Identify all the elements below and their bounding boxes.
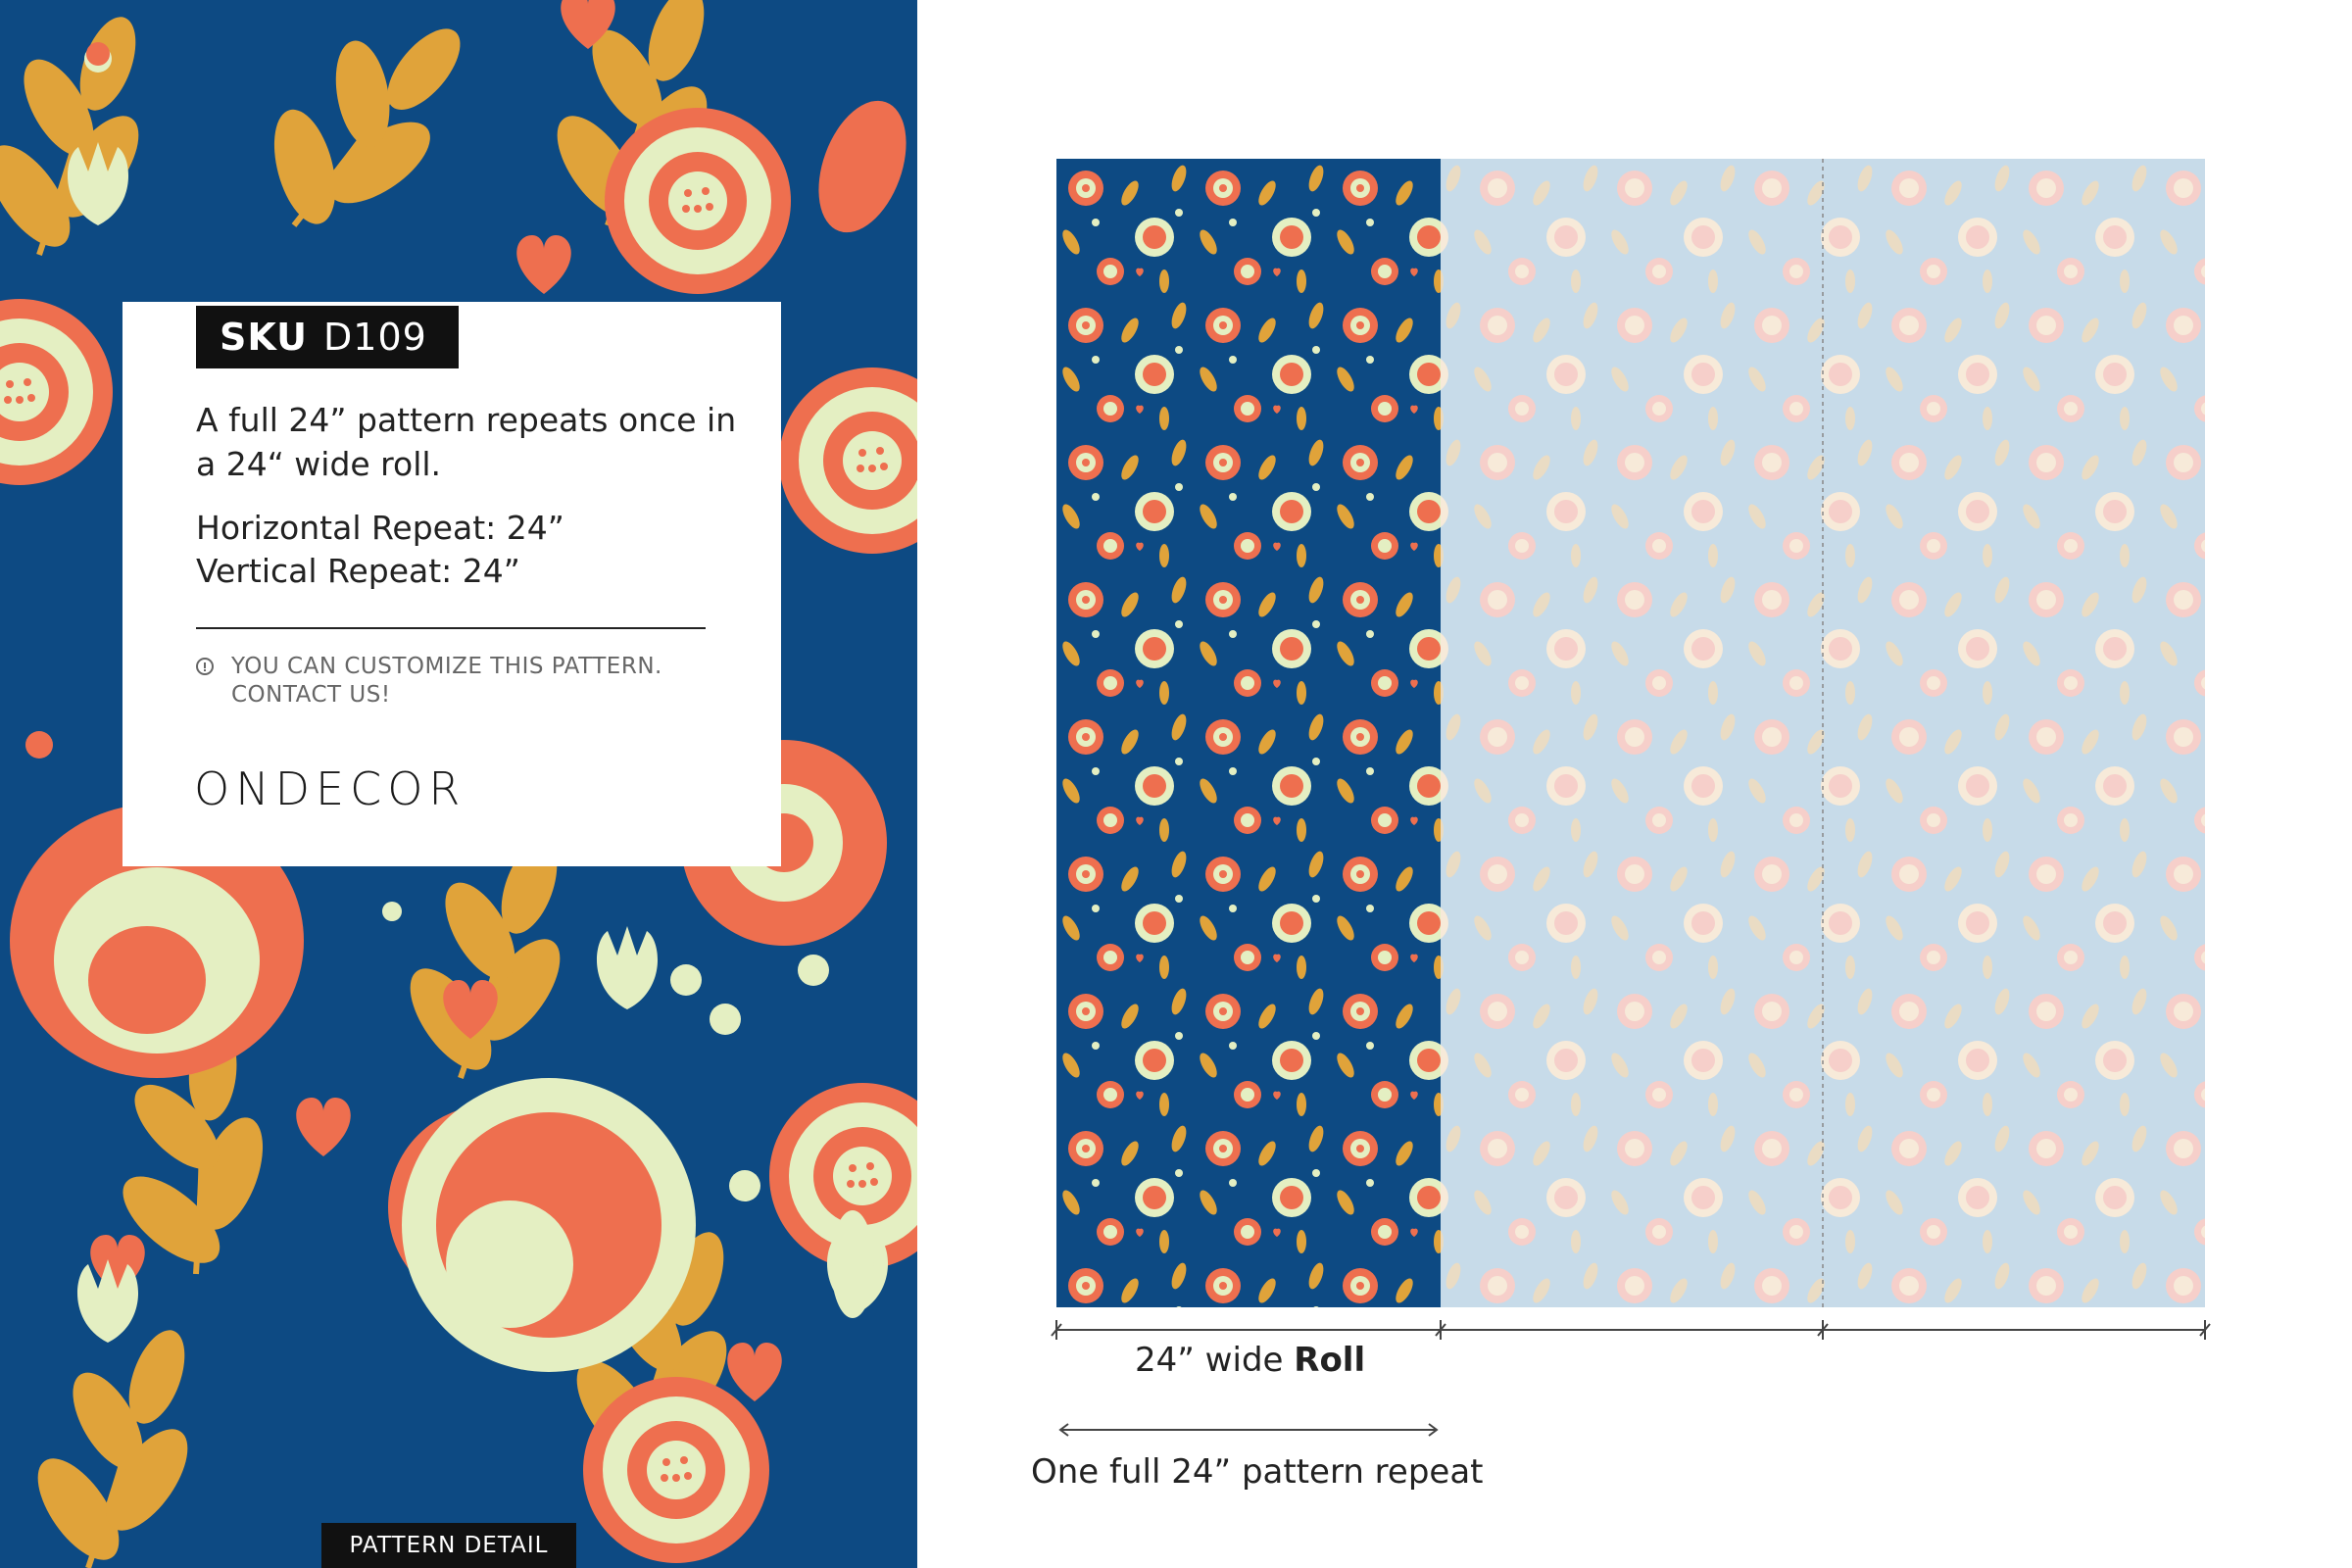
- pattern-repeat-label: One full 24” pattern repeat: [1031, 1452, 1484, 1492]
- sku-badge: SKU D109: [196, 306, 459, 368]
- sku-key: SKU: [220, 316, 309, 359]
- sku-value: D109: [323, 316, 427, 359]
- roll-panel-2: [1441, 159, 1823, 1307]
- pattern-detail-tab[interactable]: PATTERN DETAIL: [321, 1523, 576, 1568]
- roll-illustration: [1056, 159, 2205, 1307]
- roll-panel-1: [1056, 159, 1441, 1307]
- roll-width-text: 24” wide: [1135, 1341, 1284, 1380]
- roll-panel-3: [1823, 159, 2205, 1307]
- pattern-detail-panel: SKU D109 A full 24” pattern repeats once…: [0, 0, 917, 1568]
- info-icon: [196, 658, 214, 675]
- brand-logo: ONDECOR: [194, 762, 466, 815]
- roll-width-label: 24” wide Roll: [1135, 1341, 1365, 1380]
- notice-line-1: YOU CAN CUSTOMIZE THIS PATTERN.: [231, 654, 662, 679]
- large-flower-bottom: [402, 1078, 696, 1372]
- vertical-repeat: Vertical Repeat: 24”: [196, 552, 520, 590]
- notice-line-2: CONTACT US!: [231, 682, 391, 708]
- horizontal-repeat: Horizontal Repeat: 24”: [196, 509, 564, 547]
- repeat-description: A full 24” pattern repeats once in a 24“…: [196, 401, 737, 483]
- divider: [196, 627, 706, 629]
- info-card: SKU D109 A full 24” pattern repeats once…: [122, 302, 781, 866]
- roll-preview: [1056, 159, 2205, 1307]
- roll-word: Roll: [1294, 1341, 1366, 1380]
